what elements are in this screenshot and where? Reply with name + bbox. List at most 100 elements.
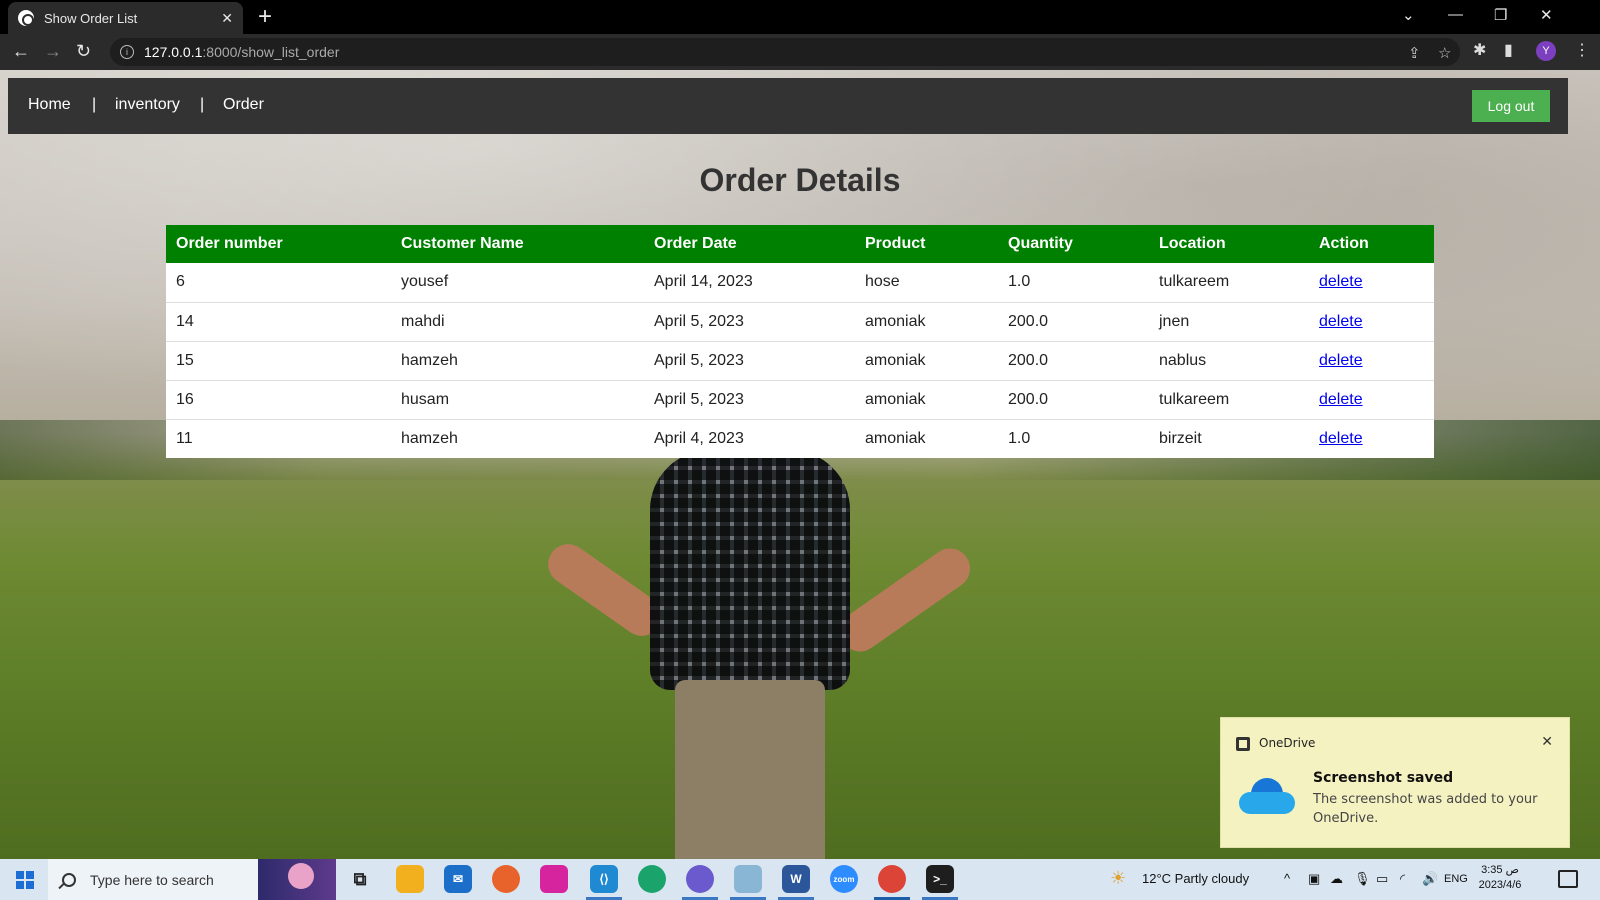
address-toolbar: ← → ↻ i 127.0.0.1:8000/show_list_order ⇪… [0,34,1600,70]
word-icon[interactable]: W [782,865,810,893]
onedrive-toast[interactable]: OneDrive ✕ Screenshot saved The screensh… [1220,717,1570,848]
tab-search-icon[interactable]: ⌄ [1402,6,1415,24]
side-panel-icon[interactable]: ▮ [1504,40,1513,60]
customer-name-cell: hamzeh [401,429,458,447]
menu-kebab-icon[interactable]: ⋮ [1574,40,1590,60]
tab-close-icon[interactable]: ✕ [221,10,233,27]
battery-icon[interactable]: ▭ [1376,871,1388,887]
quantity-cell: 200.0 [998,341,1149,381]
action-cell: delete [1309,302,1434,342]
nav-home-link[interactable]: Home [28,96,71,114]
table-row: 16 husam April 5, 2023 amoniak 200.0 tul… [166,380,1434,420]
order-number-cell: 14 [166,302,391,342]
forward-icon[interactable]: → [44,41,62,62]
toast-app-name: OneDrive [1259,736,1316,750]
order-date-cell: April 5, 2023 [644,380,855,420]
terminal-icon[interactable]: >_ [926,865,954,893]
share-icon[interactable]: ⇪ [1408,44,1421,62]
column-header: Order number [166,225,391,263]
product-cell: amoniak [865,429,926,447]
search-placeholder: Type here to search [90,871,214,888]
bookmark-star-icon[interactable]: ☆ [1438,44,1451,62]
browser-tab[interactable]: Show Order List ✕ [8,2,243,34]
show-hidden-icons[interactable]: ^ [1284,871,1290,886]
taskbar-search-box[interactable]: Type here to search [48,859,336,900]
nav-separator: | [92,96,97,113]
volume-icon[interactable]: 🔊 [1422,871,1438,887]
toast-heading: Screenshot saved [1313,770,1454,786]
weather-icon[interactable]: ☀ [1110,868,1126,889]
onedrive-app-icon [1236,737,1250,751]
order-date-cell: April 4, 2023 [654,429,744,447]
toast-close-icon[interactable]: ✕ [1541,734,1553,750]
chrome-icon[interactable] [878,865,906,893]
meet-icon[interactable]: ▣ [1308,871,1320,887]
delete-link[interactable]: delete [1319,313,1363,330]
clock-date: 2023/4/6 [1478,879,1522,891]
tab-title: Show Order List [44,10,138,26]
weather-text[interactable]: 12°C Partly cloudy [1142,871,1249,886]
location-cell: jnen [1149,302,1309,342]
table-row: 14 mahdi April 5, 2023 amoniak 200.0 jne… [166,302,1434,342]
notification-center-icon[interactable] [1558,870,1578,888]
action-cell: delete [1309,380,1434,420]
language-indicator[interactable]: ENG [1444,873,1468,885]
globe-icon [18,10,34,26]
back-icon[interactable]: ← [12,41,30,62]
file-manager-icon[interactable] [734,865,762,893]
profile-avatar[interactable]: Y [1536,41,1556,61]
reload-icon[interactable]: ↻ [76,41,91,62]
edge-icon[interactable] [638,865,666,893]
logout-button[interactable]: Log out [1472,90,1550,122]
cloud-icon-base [1239,792,1295,814]
mail-icon[interactable]: ✉ [444,865,472,893]
wifi-icon[interactable]: ◜ [1400,871,1405,887]
firefox-icon[interactable] [492,865,520,893]
clock[interactable]: 3:35 ص 2023/4/6 [1470,863,1530,893]
delete-link[interactable]: delete [1319,391,1363,408]
messenger-icon[interactable] [686,865,714,893]
microphone-icon[interactable]: 🎙 [1354,871,1371,887]
toast-body: The screenshot was added to your OneDriv… [1313,792,1538,826]
nav-separator: | [200,96,205,113]
vscode-icon[interactable]: ⟨⟩ [590,865,618,893]
restore-icon[interactable]: ❐ [1494,6,1507,24]
delete-link[interactable]: delete [1319,352,1363,369]
new-tab-button[interactable]: + [258,4,272,30]
onedrive-tray-icon[interactable]: ☁ [1330,871,1343,887]
column-header: Quantity [998,225,1149,263]
page-title: Order Details [699,162,901,198]
instagram-icon[interactable] [540,865,568,893]
quantity-cell: 200.0 [998,302,1149,342]
extensions-icon[interactable]: ✱ [1473,40,1486,60]
order-date-cell: April 5, 2023 [644,341,855,381]
task-view-icon[interactable]: ⧉ [346,865,374,893]
windows-start-icon[interactable] [16,871,34,889]
quantity-cell: 200.0 [998,380,1149,420]
background-pants [675,680,825,859]
table-row: 15 hamzeh April 5, 2023 amoniak 200.0 na… [166,341,1434,381]
column-header: Location [1149,225,1309,263]
nav-inventory-link[interactable]: inventory [115,96,180,114]
order-date-cell: April 5, 2023 [644,302,855,342]
site-info-icon[interactable]: i [120,45,134,59]
quantity-cell: 1.0 [998,263,1149,303]
background-shirt [650,450,850,690]
product-cell: amoniak [855,380,998,420]
address-bar[interactable]: i 127.0.0.1:8000/show_list_order ⇪ ☆ [110,38,1460,66]
order-date-cell: April 14, 2023 [644,263,855,303]
nav-order-link[interactable]: Order [223,96,264,114]
delete-link[interactable]: delete [1319,430,1363,447]
background-arm-right [832,540,978,660]
customer-name-cell: yousef [391,263,644,303]
cloud-icon [1239,778,1295,816]
location-cell: nablus [1149,341,1309,381]
delete-link[interactable]: delete [1319,273,1363,290]
action-cell: delete [1309,263,1434,303]
product-cell: amoniak [855,302,998,342]
file-explorer-icon[interactable] [396,865,424,893]
window-close-icon[interactable]: ✕ [1540,6,1553,24]
minimize-icon[interactable]: — [1448,6,1463,23]
quantity-cell: 1.0 [1008,429,1031,447]
zoom-icon[interactable]: zoom [830,865,858,893]
